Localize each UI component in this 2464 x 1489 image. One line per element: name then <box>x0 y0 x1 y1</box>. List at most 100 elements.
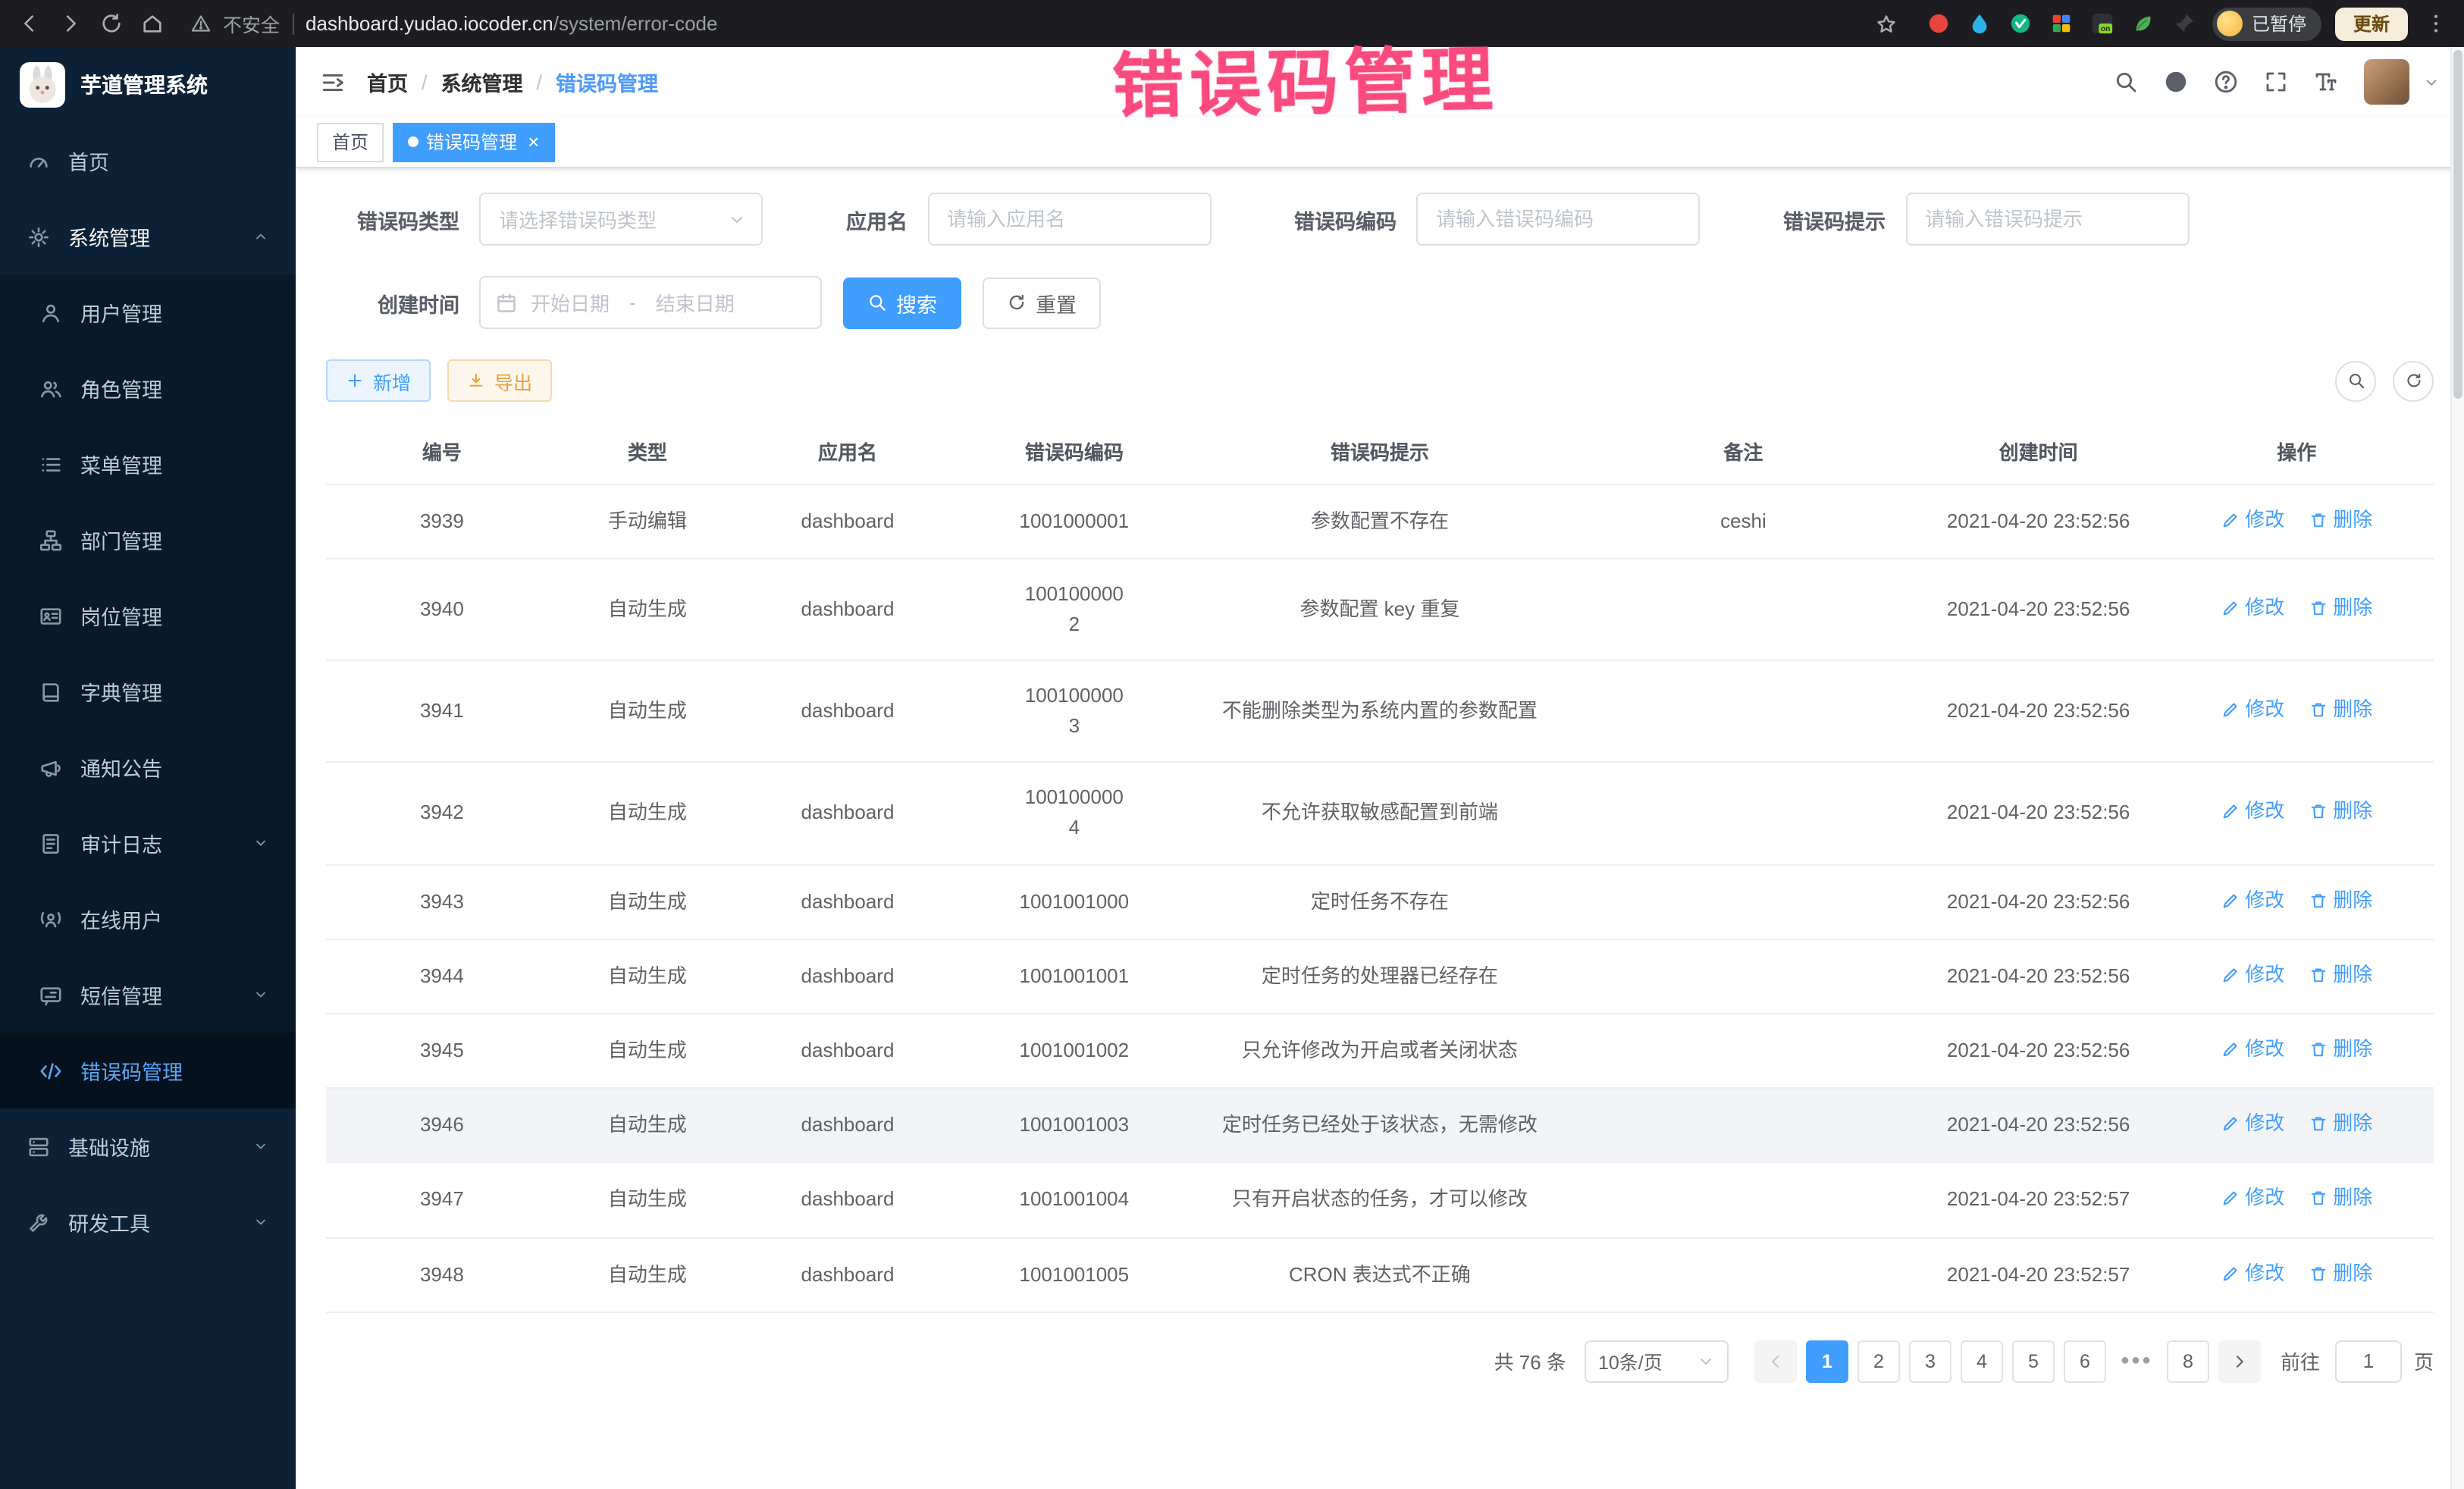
table-cell: 自动生成 <box>558 1014 737 1088</box>
sidebar-item-infra[interactable]: 基础设施 <box>0 1108 296 1184</box>
browser-scrollbar[interactable] <box>2450 47 2464 1489</box>
sidebar-item-audit[interactable]: 审计日志 <box>0 805 296 881</box>
update-button[interactable]: 更新 <box>2335 7 2408 40</box>
tab-首页[interactable]: 首页 <box>317 122 384 161</box>
sidebar-item-online[interactable]: 在线用户 <box>0 881 296 957</box>
drop-extension-icon[interactable] <box>1967 10 1994 37</box>
table-cell: 3943 <box>326 864 558 939</box>
edit-button[interactable]: 修改 <box>2221 504 2284 534</box>
more-pages-icon[interactable]: ●●● <box>2115 1340 2158 1383</box>
sidebar-item-dashboard[interactable]: 首页 <box>0 123 296 199</box>
sidebar-item-idcard[interactable]: 岗位管理 <box>0 578 296 654</box>
page-button-3[interactable]: 3 <box>1909 1340 1951 1383</box>
add-button[interactable]: 新增 <box>326 359 431 402</box>
help-icon[interactable] <box>2214 70 2238 94</box>
red-extension-icon[interactable] <box>1926 10 1953 37</box>
export-button[interactable]: 导出 <box>447 359 552 402</box>
page-button-2[interactable]: 2 <box>1857 1340 1900 1383</box>
next-page-button[interactable] <box>2218 1340 2261 1383</box>
sidebar-item-gear[interactable]: 系统管理 <box>0 199 296 274</box>
sidebar-item-tools[interactable]: 研发工具 <box>0 1184 296 1260</box>
paused-badge[interactable]: 已暂停 <box>2212 7 2321 40</box>
close-tab-icon[interactable]: × <box>528 132 539 152</box>
delete-button[interactable]: 删除 <box>2309 504 2372 534</box>
sidebar-item-users[interactable]: 角色管理 <box>0 350 296 426</box>
sidebar-item-menu-list[interactable]: 菜单管理 <box>0 426 296 502</box>
page-button-8[interactable]: 8 <box>2167 1340 2209 1383</box>
avatar-caret-icon[interactable] <box>2423 74 2440 90</box>
edit-button[interactable]: 修改 <box>2221 1258 2284 1288</box>
search-icon[interactable] <box>2114 70 2138 94</box>
sidebar-toggle-icon[interactable] <box>320 69 346 95</box>
github-icon[interactable] <box>2164 70 2188 94</box>
sidebar-item-megaphone[interactable]: 通知公告 <box>0 729 296 805</box>
goto-page-input[interactable] <box>2335 1340 2402 1383</box>
reload-icon[interactable] <box>97 10 124 37</box>
scrollbar-thumb[interactable] <box>2453 50 2462 399</box>
sidebar-item-book[interactable]: 字典管理 <box>0 654 296 729</box>
sidebar-item-tree[interactable]: 部门管理 <box>0 502 296 578</box>
pin-extension-icon[interactable] <box>2171 10 2199 37</box>
browser-menu-icon[interactable] <box>2422 10 2449 37</box>
delete-button[interactable]: 删除 <box>2309 592 2372 622</box>
page-size-select[interactable]: 10条/页 <box>1585 1340 1729 1383</box>
delete-button[interactable]: 删除 <box>2309 1258 2372 1288</box>
delete-button[interactable]: 删除 <box>2309 694 2372 725</box>
page-button-4[interactable]: 4 <box>1961 1340 2003 1383</box>
app-name-input[interactable] <box>927 193 1211 246</box>
edit-button[interactable]: 修改 <box>2221 885 2284 915</box>
url-bar[interactable]: 不安全 dashboard.yudao.iocoder.cn/system/er… <box>179 9 1912 38</box>
table-cell <box>1569 1014 1917 1088</box>
reset-button[interactable]: 重置 <box>983 277 1101 328</box>
fullscreen-icon[interactable] <box>2264 70 2288 94</box>
bookmark-star-icon[interactable] <box>1873 10 1900 37</box>
search-button[interactable]: 搜索 <box>843 277 961 328</box>
breadcrumb-item[interactable]: 系统管理 <box>441 67 523 97</box>
date-range-input[interactable]: 开始日期 - 结束日期 <box>479 276 822 329</box>
breadcrumb-item[interactable]: 首页 <box>367 67 408 97</box>
error-hint-input[interactable] <box>1905 193 2189 246</box>
edit-button[interactable]: 修改 <box>2221 592 2284 622</box>
active-tab-dot <box>408 136 419 147</box>
edit-button[interactable]: 修改 <box>2221 960 2284 990</box>
avatar[interactable] <box>2364 59 2409 105</box>
refresh-table-button[interactable] <box>2393 360 2434 401</box>
sidebar-item-message[interactable]: 短信管理 <box>0 957 296 1033</box>
delete-button[interactable]: 删除 <box>2309 885 2372 915</box>
edit-button[interactable]: 修改 <box>2221 1183 2284 1214</box>
edit-button[interactable]: 修改 <box>2221 797 2284 827</box>
table-cell: 3939 <box>326 484 558 558</box>
page-button-1[interactable]: 1 <box>1806 1340 1848 1383</box>
sidebar-item-user[interactable]: 用户管理 <box>0 274 296 350</box>
forward-icon[interactable] <box>56 10 83 37</box>
logo[interactable]: 芋道管理系统 <box>0 47 296 123</box>
delete-button[interactable]: 删除 <box>2309 1183 2372 1214</box>
edit-button[interactable]: 修改 <box>2221 1034 2284 1064</box>
back-icon[interactable] <box>15 10 42 37</box>
edit-button[interactable]: 修改 <box>2221 1108 2284 1139</box>
delete-button[interactable]: 删除 <box>2309 1108 2372 1139</box>
on-switch-extension-icon[interactable]: on <box>2089 10 2117 37</box>
font-size-icon[interactable] <box>2314 70 2338 94</box>
leaf-extension-icon[interactable] <box>2130 10 2158 37</box>
browser-home-icon[interactable] <box>138 10 165 37</box>
tab-错误码管理[interactable]: 错误码管理× <box>393 122 554 161</box>
page-button-6[interactable]: 6 <box>2064 1340 2106 1383</box>
toggle-search-button[interactable] <box>2335 360 2376 401</box>
check-extension-icon[interactable] <box>2008 10 2035 37</box>
delete-button[interactable]: 删除 <box>2309 960 2372 990</box>
edit-button[interactable]: 修改 <box>2221 694 2284 725</box>
trash-icon <box>2309 1190 2327 1208</box>
trash-icon <box>2309 701 2327 719</box>
page-button-5[interactable]: 5 <box>2012 1340 2055 1383</box>
table-cell: 自动生成 <box>558 660 737 763</box>
error-code-input[interactable] <box>1416 193 1700 246</box>
delete-button[interactable]: 删除 <box>2309 797 2372 827</box>
error-type-select[interactable]: 请选择错误码类型 <box>479 193 763 246</box>
sidebar-item-code[interactable]: 错误码管理 <box>0 1033 296 1108</box>
delete-button[interactable]: 删除 <box>2309 1034 2372 1064</box>
url-divider <box>292 13 293 34</box>
puzzle-extensions-icon[interactable] <box>2049 10 2076 37</box>
prev-page-button[interactable] <box>1754 1340 1797 1383</box>
table-toolbar: 新增 导出 <box>326 359 2434 402</box>
